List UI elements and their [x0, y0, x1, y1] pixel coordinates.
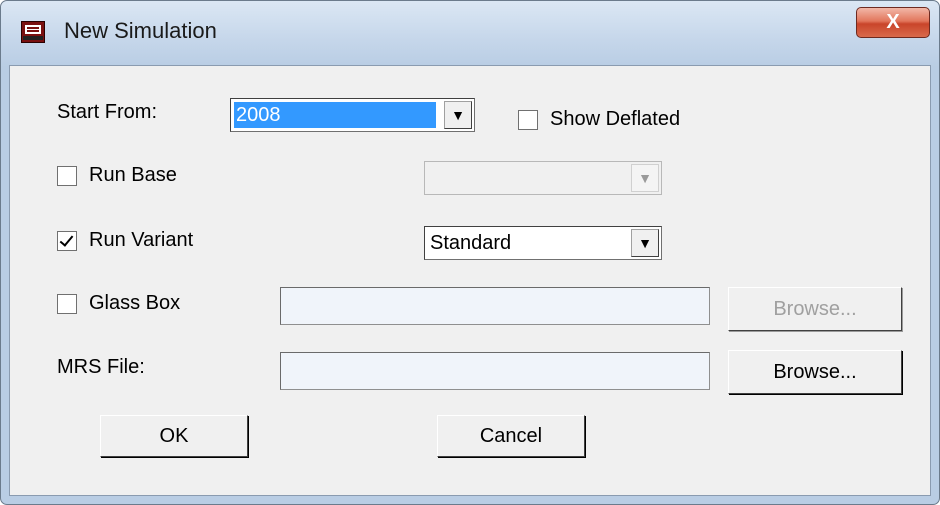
dialog-window: New Simulation X Start From: 2008 ▼ Show…	[0, 0, 940, 505]
run-variant-value: Standard	[430, 232, 512, 254]
close-button[interactable]: X	[856, 7, 930, 38]
ok-button[interactable]: OK	[100, 415, 248, 457]
run-base-checkbox-row[interactable]: Run Base	[57, 164, 177, 187]
chevron-down-icon[interactable]: ▼	[631, 229, 659, 257]
glass-box-label: Glass Box	[89, 292, 181, 314]
title-bar[interactable]: New Simulation X	[1, 1, 939, 65]
application-icon	[21, 21, 45, 43]
show-deflated-checkbox-row[interactable]: Show Deflated	[518, 108, 680, 131]
glass-box-checkbox-row[interactable]: Glass Box	[57, 292, 180, 315]
start-from-label: Start From:	[57, 101, 158, 123]
run-base-checkbox[interactable]	[57, 165, 77, 186]
run-variant-label: Run Variant	[89, 229, 194, 251]
show-deflated-checkbox[interactable]	[518, 109, 538, 130]
chevron-down-icon[interactable]: ▼	[444, 101, 472, 129]
run-base-value	[428, 165, 430, 191]
cancel-button[interactable]: Cancel	[437, 415, 585, 457]
run-variant-select[interactable]: Standard ▼	[424, 226, 662, 260]
start-from-value: 2008	[234, 102, 436, 128]
mrs-file-browse-button[interactable]: Browse...	[728, 350, 902, 394]
mrs-file-path-input[interactable]	[280, 352, 710, 390]
window-title: New Simulation	[64, 18, 217, 43]
glass-box-browse-button: Browse...	[728, 287, 902, 331]
dialog-client-area: Start From: 2008 ▼ Show Deflated Run Bas…	[9, 65, 931, 496]
glass-box-checkbox[interactable]	[57, 293, 77, 314]
run-base-label: Run Base	[89, 164, 177, 186]
mrs-file-label: MRS File:	[57, 356, 145, 378]
run-variant-checkbox[interactable]	[57, 230, 77, 251]
show-deflated-label: Show Deflated	[550, 108, 681, 130]
chevron-down-icon: ▼	[631, 164, 659, 192]
glass-box-path-input	[280, 287, 710, 325]
run-variant-checkbox-row[interactable]: Run Variant	[57, 229, 193, 252]
start-from-select[interactable]: 2008 ▼	[230, 98, 475, 132]
run-base-select: ▼	[424, 161, 662, 195]
